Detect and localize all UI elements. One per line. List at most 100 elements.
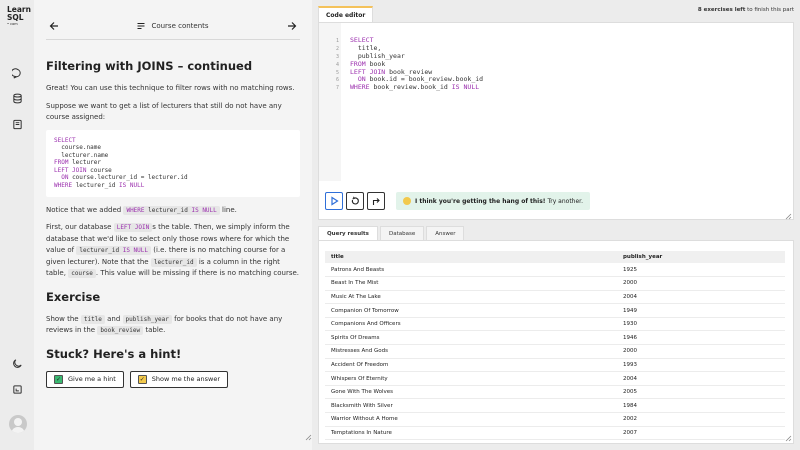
cell-title: Blacksmith With Silver <box>325 398 617 414</box>
editor-controls <box>325 192 385 210</box>
smile-emoji-icon <box>403 197 411 205</box>
hint-check-icon: ✓ <box>54 374 63 384</box>
prev-lesson-button[interactable] <box>46 18 62 34</box>
line-number: 1 <box>335 38 339 44</box>
p4-code-course: course <box>68 269 96 279</box>
p4-text-e: . This value will be missing if there is… <box>95 269 300 278</box>
table-row: Patrons And Beasts 1925 <box>325 263 785 278</box>
p4-code2b: IS NULL <box>122 247 148 255</box>
logo-sub: • com <box>7 22 18 26</box>
tab-query-results[interactable]: Query results <box>318 226 378 240</box>
cell-title: Temptations In Nature <box>325 426 617 441</box>
keyboard-icon[interactable] <box>10 382 24 396</box>
cell-publish-year: 2005 <box>617 385 785 400</box>
arrow-left-icon <box>49 21 58 30</box>
next-lesson-button[interactable] <box>284 18 300 34</box>
p3-text-a: Notice that we added <box>46 205 122 214</box>
lesson-title: Filtering with JOINS – continued <box>46 59 253 73</box>
editor-resize-icon[interactable] <box>785 213 792 220</box>
table-row: Temptations In Nature 2007 <box>325 426 785 441</box>
code-text: course <box>90 166 112 174</box>
tab-code-editor[interactable]: Code editor <box>318 6 374 22</box>
results-table-container[interactable]: title publish_year Patrons And Beasts 192… <box>318 240 794 444</box>
avatar[interactable] <box>9 415 27 433</box>
line-number: 2 <box>335 45 339 52</box>
p4-text-a: First, our database <box>46 223 112 232</box>
line-number: 7 <box>335 85 339 92</box>
line-number: 5 <box>335 69 339 76</box>
run-button[interactable] <box>325 192 343 210</box>
tab-database[interactable]: Database <box>379 226 425 240</box>
code-keyword: LEFT JOIN <box>350 67 390 76</box>
cell-title: Music At The Lake <box>325 290 617 305</box>
course-contents-button[interactable]: Course contents <box>137 21 209 30</box>
code-editor[interactable]: 1234567 SELECT title, publish_year FROM b… <box>318 22 794 220</box>
table-row: Companion Of Tomorrow 1949 <box>325 303 785 318</box>
code-text: book_review.book_id <box>373 83 452 92</box>
p4-code1: LEFT JOIN <box>116 224 150 232</box>
resize-handle-icon[interactable] <box>305 434 312 441</box>
cell-publish-year: 2004 <box>617 371 785 386</box>
cell-title: Companion Of Tomorrow <box>325 303 617 318</box>
notebook-icon[interactable] <box>10 117 24 131</box>
p3-code-where: WHERE <box>126 206 145 214</box>
menu-icon <box>137 22 145 29</box>
code-keyword: FROM <box>350 59 370 68</box>
code-text: course.lecturer_id = lecturer.id <box>72 174 188 182</box>
table-row: Gone With The Wolves 2005 <box>325 385 785 400</box>
database-icon[interactable] <box>10 91 24 105</box>
code-text: book_review <box>389 67 433 76</box>
table-row: Spirits Of Dreams 1946 <box>325 330 785 346</box>
editor-line: WHERE book_review.book_id IS NULL <box>350 83 483 92</box>
tab-answer[interactable]: Answer <box>426 226 465 240</box>
editor-code[interactable]: SELECT title, publish_year FROM book LEFT … <box>350 36 483 92</box>
logo-line2: SQL <box>7 13 24 22</box>
table-row: Companions And Officers 1930 <box>325 317 785 332</box>
line-number: 4 <box>335 61 339 68</box>
cell-publish-year: 2000 <box>617 344 785 359</box>
give-hint-button[interactable]: ✓ Give me a hint <box>46 370 124 388</box>
cell-publish-year: 1925 <box>617 263 785 278</box>
example-line: FROM lecturer <box>54 159 292 167</box>
moon-icon[interactable] <box>10 356 24 370</box>
cell-publish-year: 2004 <box>617 290 785 305</box>
ex-text-a: Show the <box>46 314 79 323</box>
lesson-p3: Notice that we added WHERE lecturer_id I… <box>46 205 300 217</box>
code-keyword: FROM <box>54 159 73 167</box>
code-text: publish_year <box>350 51 405 60</box>
course-contents-label: Course contents <box>151 21 209 30</box>
example-line: LEFT JOIN course <box>54 167 292 175</box>
show-answer-button[interactable]: ✓ Show me the answer <box>129 370 229 388</box>
exercises-left-rest: to finish this part <box>745 7 794 13</box>
give-hint-label: Give me a hint <box>68 375 116 384</box>
results-resize-icon[interactable] <box>785 435 792 442</box>
table-row: Blacksmith With Silver 1984 <box>325 398 785 414</box>
code-text: lecturer <box>72 159 101 167</box>
cell-title: Mistresses And Gods <box>325 344 617 359</box>
ex-code-title: title <box>80 314 105 324</box>
answer-check-icon: ✓ <box>137 374 147 384</box>
cell-publish-year: 1984 <box>617 398 785 414</box>
lesson-p2: Suppose we want to get a list of lecture… <box>46 101 282 122</box>
lesson-panel: Course contents Filtering with JOINS – c… <box>34 0 312 450</box>
cell-title: Whispers Of Eternity <box>325 371 617 386</box>
code-keyword: ON <box>54 174 73 182</box>
results-panel: Query results Database Answer title publ… <box>318 226 794 444</box>
left-rail: Learn SQL • com <box>0 0 34 450</box>
code-editor-panel: Code editor 8 exercises left to finish t… <box>318 4 794 220</box>
code-text: book <box>369 59 386 68</box>
chat-icon[interactable] <box>10 66 24 80</box>
p3-text-b: line. <box>222 205 237 214</box>
table-row: Music At The Lake 2004 <box>325 290 785 305</box>
p3-inline-code: WHERE lecturer_id IS NULL <box>123 205 220 215</box>
lesson-p1: Great! You can use this technique to fil… <box>46 84 295 92</box>
cell-publish-year: 2007 <box>617 426 785 441</box>
results-table: title publish_year Patrons And Beasts 192… <box>325 251 785 441</box>
logo[interactable]: Learn SQL • com <box>7 6 31 27</box>
submit-button[interactable] <box>367 192 385 210</box>
course-nav: Course contents <box>46 12 300 40</box>
code-text: title, <box>350 43 382 52</box>
p4-code-leftjoin: LEFT JOIN <box>113 223 153 233</box>
reset-button[interactable] <box>346 192 364 210</box>
p3-code-isnull: IS NULL <box>191 206 217 214</box>
